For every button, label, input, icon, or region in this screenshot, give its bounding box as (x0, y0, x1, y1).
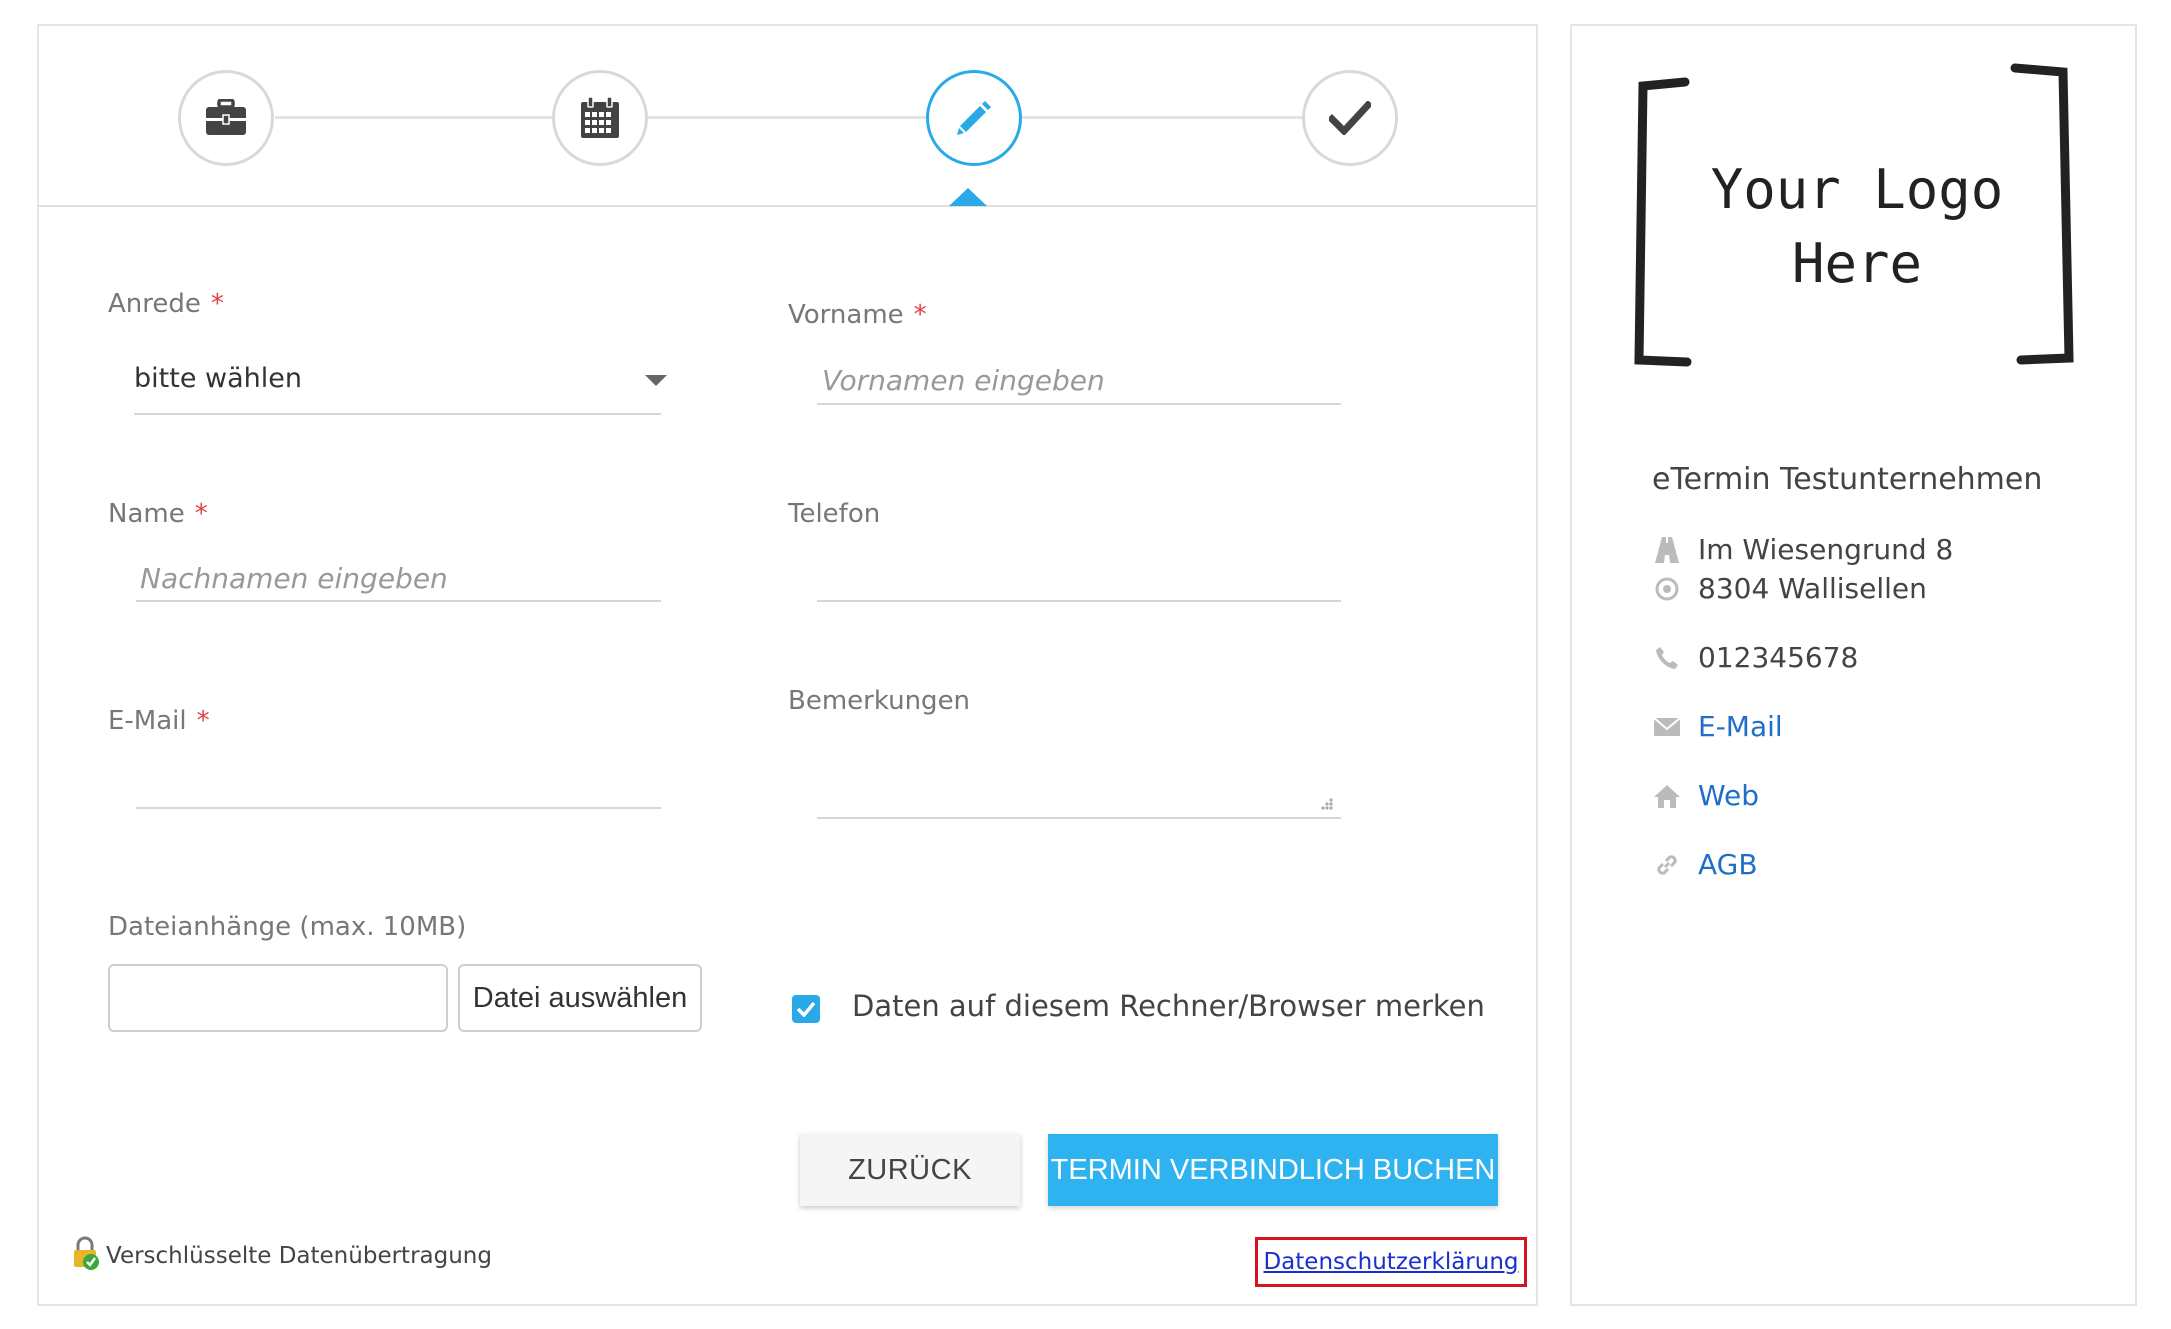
stepper-connector (275, 116, 1327, 119)
chevron-down-icon[interactable] (645, 375, 667, 386)
resize-handle-icon[interactable] (1318, 797, 1334, 813)
briefcase-icon (205, 99, 247, 137)
home-icon (1652, 781, 1682, 811)
remember-data-checkbox[interactable] (792, 995, 820, 1023)
checkbox-check-icon (796, 1001, 816, 1017)
salutation-select-value[interactable]: bitte wählen (134, 363, 302, 394)
privacy-link-highlight: Datenschutzerklärung (1255, 1237, 1527, 1287)
salutation-select[interactable] (134, 413, 661, 415)
first-name-underline (817, 403, 1341, 405)
company-name: eTermin Testunternehmen (1652, 462, 2043, 497)
last-name-input[interactable]: Nachnamen eingeben (140, 562, 448, 595)
web-row: Web (1652, 779, 1759, 812)
salutation-label: Anrede * (108, 289, 224, 319)
phone-label: Telefon (788, 499, 881, 529)
phone-field[interactable] (817, 600, 1341, 602)
terms-link[interactable]: AGB (1698, 848, 1758, 881)
address-street: Im Wiesengrund 8 (1698, 533, 1954, 566)
first-name-input[interactable]: Vornamen eingeben (822, 364, 1105, 397)
booking-form-panel (37, 24, 1538, 1306)
step-details[interactable] (926, 70, 1022, 166)
address-street-row: Im Wiesengrund 8 (1652, 533, 1953, 566)
company-logo: Your Logo Here (1625, 60, 2085, 375)
step-date[interactable] (552, 70, 648, 166)
attachments-label: Dateianhänge (max. 10MB) (108, 912, 467, 942)
terms-row: AGB (1652, 848, 1758, 881)
email-label: E-Mail * (108, 706, 210, 736)
privacy-policy-link[interactable]: Datenschutzerklärung (1263, 1249, 1518, 1275)
envelope-icon (1652, 712, 1682, 742)
phone-row: 012345678 (1652, 641, 1858, 674)
logo-text-line2: Here (1792, 232, 1922, 295)
location-icon (1652, 574, 1682, 604)
remember-data-label[interactable]: Daten auf diesem Rechner/Browser merken (852, 989, 1485, 1023)
choose-file-button[interactable]: Datei auswählen (458, 964, 702, 1032)
active-step-pointer (949, 188, 987, 206)
road-icon (1652, 535, 1682, 565)
email-field[interactable] (136, 807, 661, 809)
remarks-label: Bemerkungen (788, 686, 971, 716)
last-name-underline (136, 600, 661, 602)
step-confirm[interactable] (1302, 70, 1398, 166)
address-city-row: 8304 Wallisellen (1652, 572, 1927, 605)
calendar-icon (580, 97, 620, 139)
remarks-textarea[interactable] (817, 817, 1341, 819)
link-icon (1652, 850, 1682, 880)
first-name-label: Vorname * (788, 300, 927, 330)
lock-icon (70, 1236, 102, 1276)
file-name-field[interactable] (108, 964, 448, 1032)
back-button[interactable]: ZURÜCK (800, 1134, 1020, 1206)
step-service[interactable] (178, 70, 274, 166)
checkmark-icon (1329, 101, 1371, 135)
book-appointment-button[interactable]: TERMIN VERBINDLICH BUCHEN (1048, 1134, 1498, 1206)
logo-text-line1: Your Logo (1711, 158, 2004, 221)
pencil-icon (954, 98, 994, 138)
email-link[interactable]: E-Mail (1698, 710, 1783, 743)
last-name-label: Name * (108, 499, 208, 529)
phone-number: 012345678 (1698, 641, 1859, 674)
secure-transfer-text: Verschlüsselte Datenübertragung (106, 1243, 492, 1269)
web-link[interactable]: Web (1698, 779, 1759, 812)
address-city: 8304 Wallisellen (1698, 572, 1927, 605)
email-row: E-Mail (1652, 710, 1783, 743)
stepper-divider (37, 205, 1538, 207)
phone-icon (1652, 643, 1682, 673)
secure-transfer-note: Verschlüsselte Datenübertragung (70, 1236, 492, 1276)
